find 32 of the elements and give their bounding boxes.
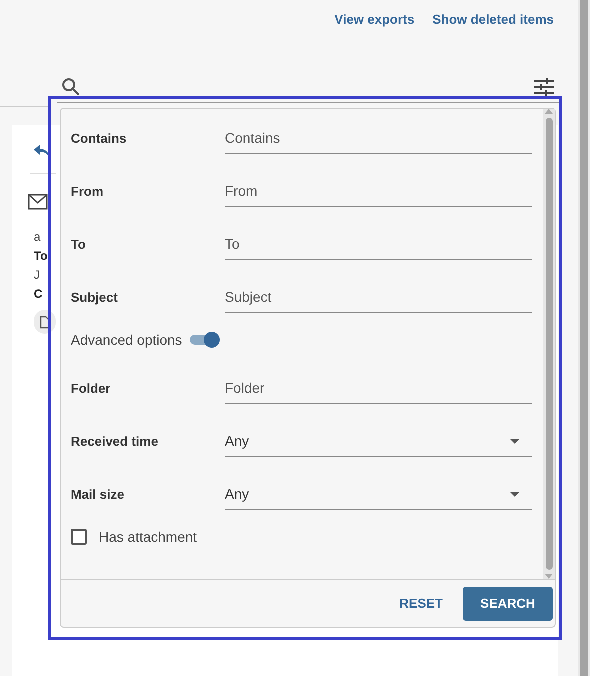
- field-label: Folder: [71, 380, 112, 398]
- text-fragment: a: [34, 229, 41, 246]
- field-label: Subject: [71, 289, 119, 307]
- field-label: Contains: [71, 130, 128, 148]
- sliders-icon[interactable]: [534, 78, 554, 96]
- input-field[interactable]: From: [225, 176, 532, 207]
- caret-icon: [510, 438, 520, 444]
- link[interactable]: Show deleted items: [432, 12, 554, 42]
- search-button[interactable]: SEARCH: [463, 586, 553, 620]
- link[interactable]: View exports: [334, 12, 415, 42]
- checkbox[interactable]: [71, 529, 87, 545]
- toggle-switch[interactable]: [190, 332, 220, 348]
- field-label: Mail size: [71, 486, 126, 504]
- reset-button[interactable]: RESET: [400, 588, 443, 619]
- input-field[interactable]: Folder: [225, 373, 532, 404]
- input-field[interactable]: To: [225, 229, 532, 260]
- document-icon: [40, 316, 50, 328]
- caret-icon: [510, 492, 520, 496]
- search-icon[interactable]: [62, 78, 80, 96]
- dropdown[interactable]: Any: [225, 479, 532, 510]
- checkbox-label: Has attachment: [99, 529, 198, 545]
- input-field[interactable]: Subject: [225, 282, 532, 313]
- text-fragment: J: [34, 267, 40, 284]
- dropdown[interactable]: Any: [225, 426, 532, 457]
- field-label: Received time: [71, 433, 160, 451]
- field-label: From: [71, 183, 104, 201]
- envelope-icon: [28, 194, 48, 210]
- text-fragment: C: [34, 286, 43, 303]
- field-label: To: [71, 236, 87, 254]
- input-field[interactable]: Contains: [225, 123, 532, 154]
- toggle-label: Advanced options: [71, 332, 182, 348]
- text-fragment: To: [34, 248, 48, 265]
